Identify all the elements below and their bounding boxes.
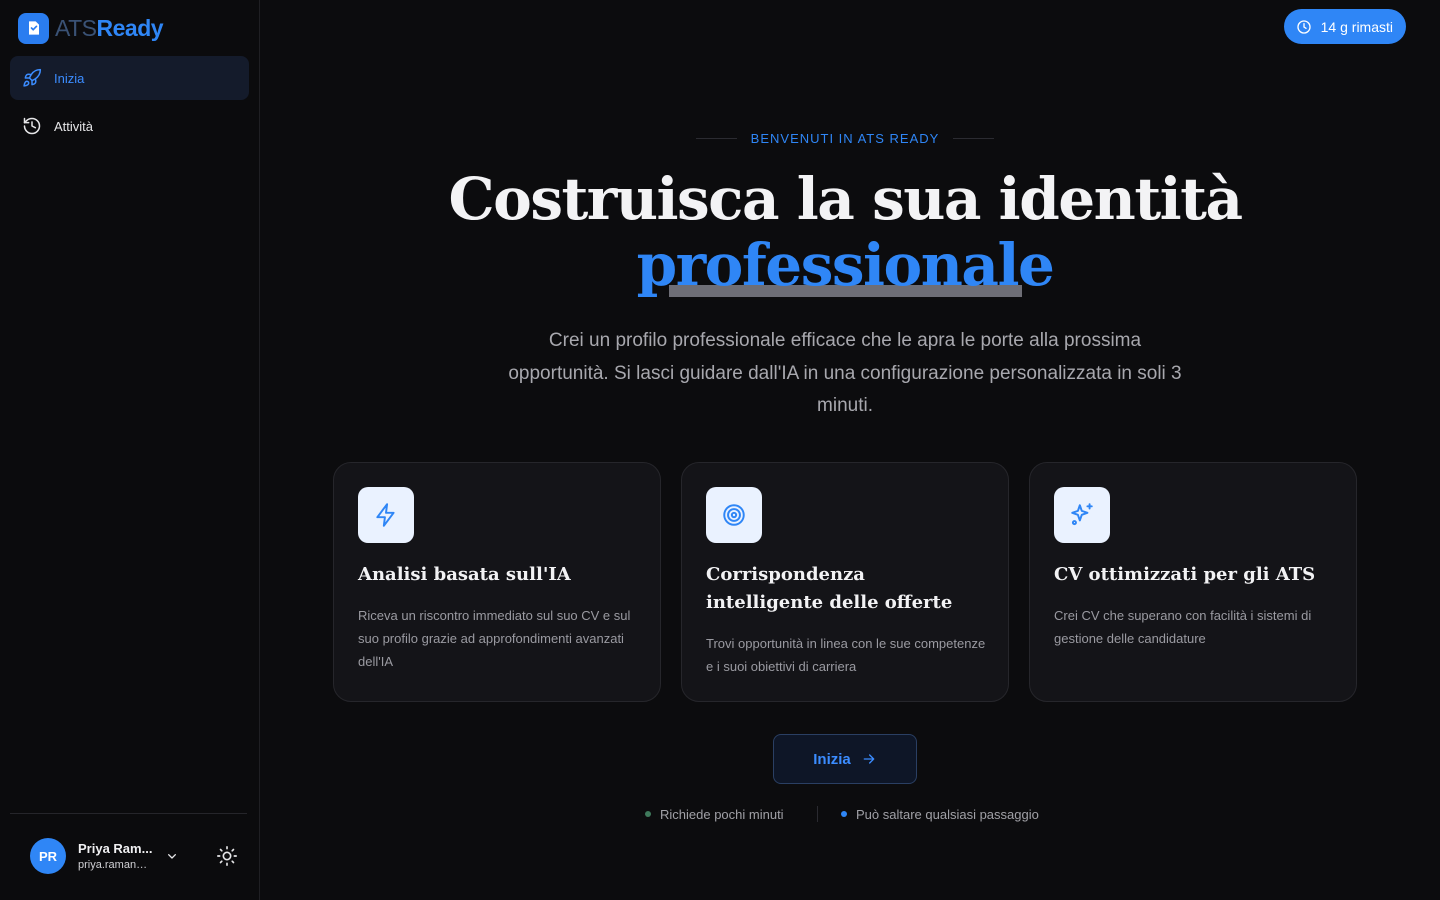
eyebrow-line-left <box>696 137 737 139</box>
note-item: Richiede pochi minuti <box>645 804 784 824</box>
trial-badge[interactable]: 14 g rimasti <box>1283 9 1406 44</box>
trial-label: 14 g rimasti <box>1320 18 1393 35</box>
user-meta: Priya Ram... priya.raman@... <box>78 841 156 871</box>
feature-title: CV ottimizzati per gli ATS <box>1054 564 1316 585</box>
status-dot <box>841 811 847 817</box>
feature-card: CV ottimizzati per gli ATS Crei CV che s… <box>1029 462 1357 702</box>
brand-name-part2: Ready <box>96 14 164 41</box>
sidebar-item-attivita[interactable]: Attività <box>10 104 249 148</box>
user-menu[interactable]: PR Priya Ram... priya.raman@... <box>30 838 156 874</box>
feature-card: Analisi basata sull'IA Riceva un riscont… <box>333 462 661 702</box>
feature-icon-box <box>358 487 414 543</box>
brand-name-part1: ATS <box>55 14 97 41</box>
rocket-icon <box>23 68 42 87</box>
sidebar-item-inizia[interactable]: Inizia <box>10 56 249 100</box>
history-icon <box>23 117 41 135</box>
hero-description: Crei un profilo professionale efficace c… <box>508 330 1182 416</box>
feature-icon-box <box>1054 487 1110 543</box>
page-title-accent-row: professionale <box>330 232 1360 298</box>
feature-description: Crei CV che superano con facilità i sist… <box>1054 608 1312 646</box>
note-item: Può saltare qualsiasi passaggio <box>841 804 1039 824</box>
eyebrow-line-right <box>953 137 994 139</box>
chevron-down-icon[interactable] <box>164 848 180 864</box>
notes-divider <box>817 806 818 822</box>
start-button[interactable]: Inizia <box>773 734 917 784</box>
page-title-accent: professionale <box>636 231 1055 299</box>
lightning-icon <box>376 503 395 527</box>
feature-description: Trovi opportunità in linea con le sue co… <box>706 636 986 674</box>
avatar: PR <box>30 838 66 874</box>
user-email: priya.raman@... <box>78 859 156 871</box>
clock-icon <box>1296 19 1311 34</box>
brand-logo[interactable]: ATSReady <box>18 12 164 44</box>
sun-icon[interactable] <box>216 845 238 867</box>
brand-name: ATSReady <box>55 14 164 41</box>
feature-title: Corrispondenza intelligente delle offert… <box>706 564 953 613</box>
note-text: Può saltare qualsiasi passaggio <box>856 806 1039 822</box>
eyebrow-text: BENVENUTI IN ATS READY <box>750 130 940 146</box>
target-icon <box>723 504 745 526</box>
start-button-label: Inizia <box>813 750 851 768</box>
logo-icon <box>18 12 49 44</box>
sidebar-item-label: Inizia <box>54 70 85 86</box>
arrow-right-icon <box>863 754 875 764</box>
sparkles-icon <box>1071 503 1093 526</box>
note-text: Richiede pochi minuti <box>660 806 784 822</box>
feature-icon-box <box>706 487 762 543</box>
feature-description: Riceva un riscontro immediato sul suo CV… <box>358 608 631 669</box>
user-name: Priya Ram... <box>78 841 153 856</box>
sidebar: ATSReady Inizia Attività PR Priya Ram...… <box>0 0 260 900</box>
status-dot <box>645 811 651 817</box>
feature-title: Analisi basata sull'IA <box>358 564 571 585</box>
feature-card: Corrispondenza intelligente delle offert… <box>681 462 1009 702</box>
eyebrow: BENVENUTI IN ATS READY <box>696 129 994 147</box>
sidebar-item-label: Attività <box>54 118 94 134</box>
sidebar-divider <box>10 813 247 814</box>
page-title: Costruisca la sua identità <box>448 165 1243 233</box>
